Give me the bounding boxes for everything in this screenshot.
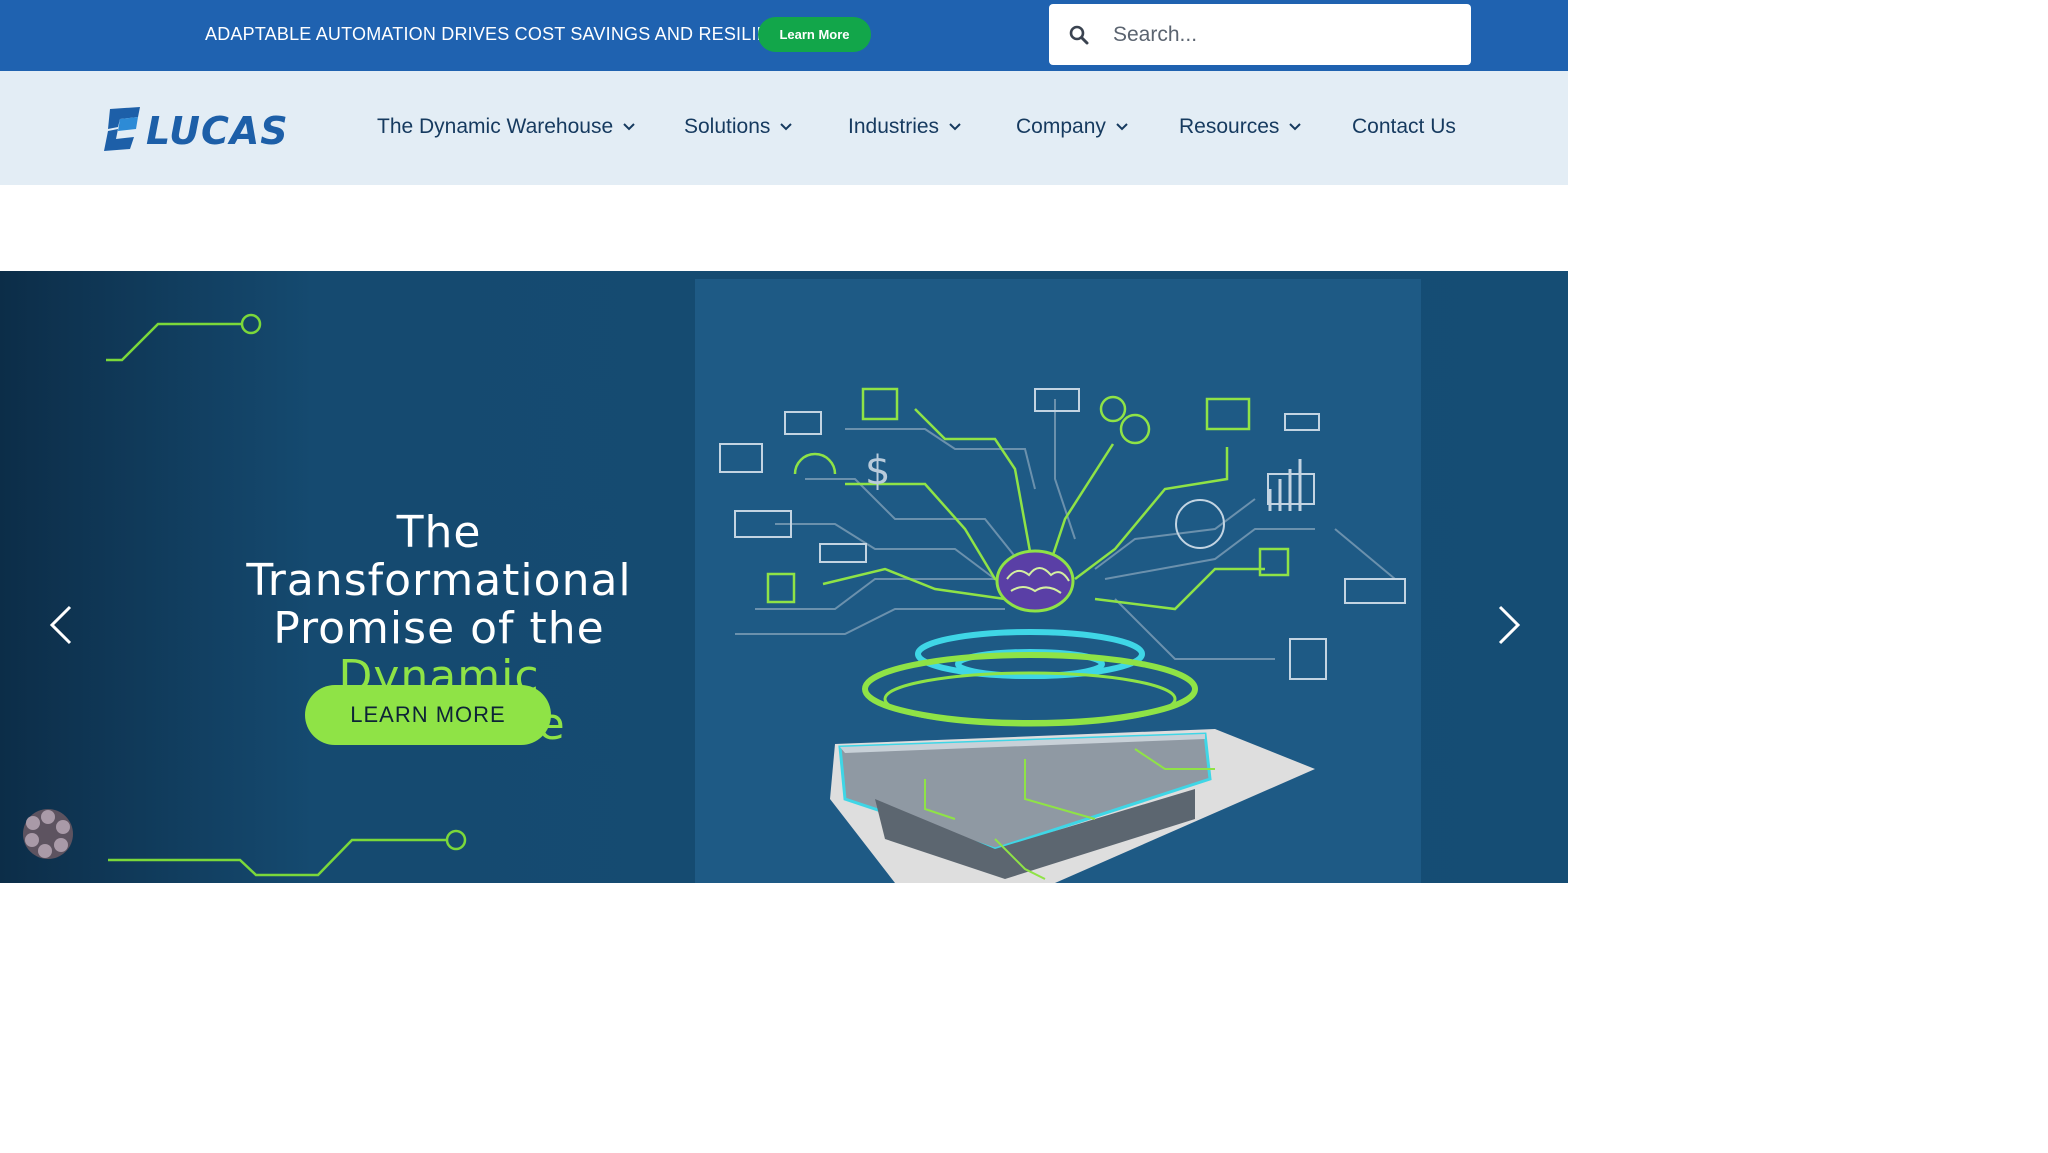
chevron-right-icon[interactable] (1496, 604, 1522, 646)
warehouse-network-graphic: $ (719, 387, 1406, 883)
dynamic-warehouse-illustration: $ (695, 279, 1421, 883)
nav-item-label: Industries (848, 115, 940, 138)
chevron-down-icon (780, 123, 793, 131)
nav-item-label: Resources (1179, 115, 1280, 138)
hero-title-line-1: The Transformational (246, 507, 632, 606)
nav-item-solutions[interactable]: Solutions (684, 115, 793, 139)
main-nav: LUCAS The Dynamic Warehouse Solutions In… (0, 71, 1568, 185)
nav-item-label: Solutions (684, 115, 771, 138)
cookie-settings-icon[interactable] (21, 807, 75, 861)
promo-learn-more-button[interactable]: Learn More (758, 17, 871, 52)
chevron-down-icon (1116, 123, 1128, 131)
chevron-left-icon[interactable] (48, 604, 74, 646)
logo-mark-icon (104, 107, 140, 151)
nav-item-company[interactable]: Company (1016, 115, 1128, 139)
chevron-down-icon (1289, 123, 1302, 131)
hero-learn-more-button[interactable]: LEARN MORE (305, 685, 551, 745)
promo-bar: ADAPTABLE AUTOMATION DRIVES COST SAVINGS… (0, 0, 1568, 71)
nav-item-label: Company (1016, 115, 1106, 138)
search-icon[interactable] (1069, 25, 1089, 45)
logo-text: LUCAS (146, 109, 289, 153)
search-box[interactable] (1049, 4, 1471, 65)
search-input[interactable] (1111, 16, 1455, 54)
promo-text: ADAPTABLE AUTOMATION DRIVES COST SAVINGS… (205, 24, 808, 44)
nav-item-dynamic-warehouse[interactable]: The Dynamic Warehouse (377, 115, 635, 139)
nav-item-industries[interactable]: Industries (848, 115, 961, 139)
hero-carousel: $ The Transformational Promise of the Dy… (0, 271, 1568, 883)
nav-item-label: Contact Us (1352, 115, 1456, 138)
nav-item-label: The Dynamic Warehouse (377, 115, 614, 138)
chevron-down-icon (623, 123, 635, 131)
svg-text:$: $ (865, 448, 890, 494)
chevron-down-icon (949, 123, 961, 131)
spacer-band (0, 185, 1568, 271)
hero-title-line-2: Promise of the (273, 603, 605, 654)
nav-item-resources[interactable]: Resources (1179, 115, 1302, 139)
nav-item-contact-us[interactable]: Contact Us (1352, 115, 1456, 139)
